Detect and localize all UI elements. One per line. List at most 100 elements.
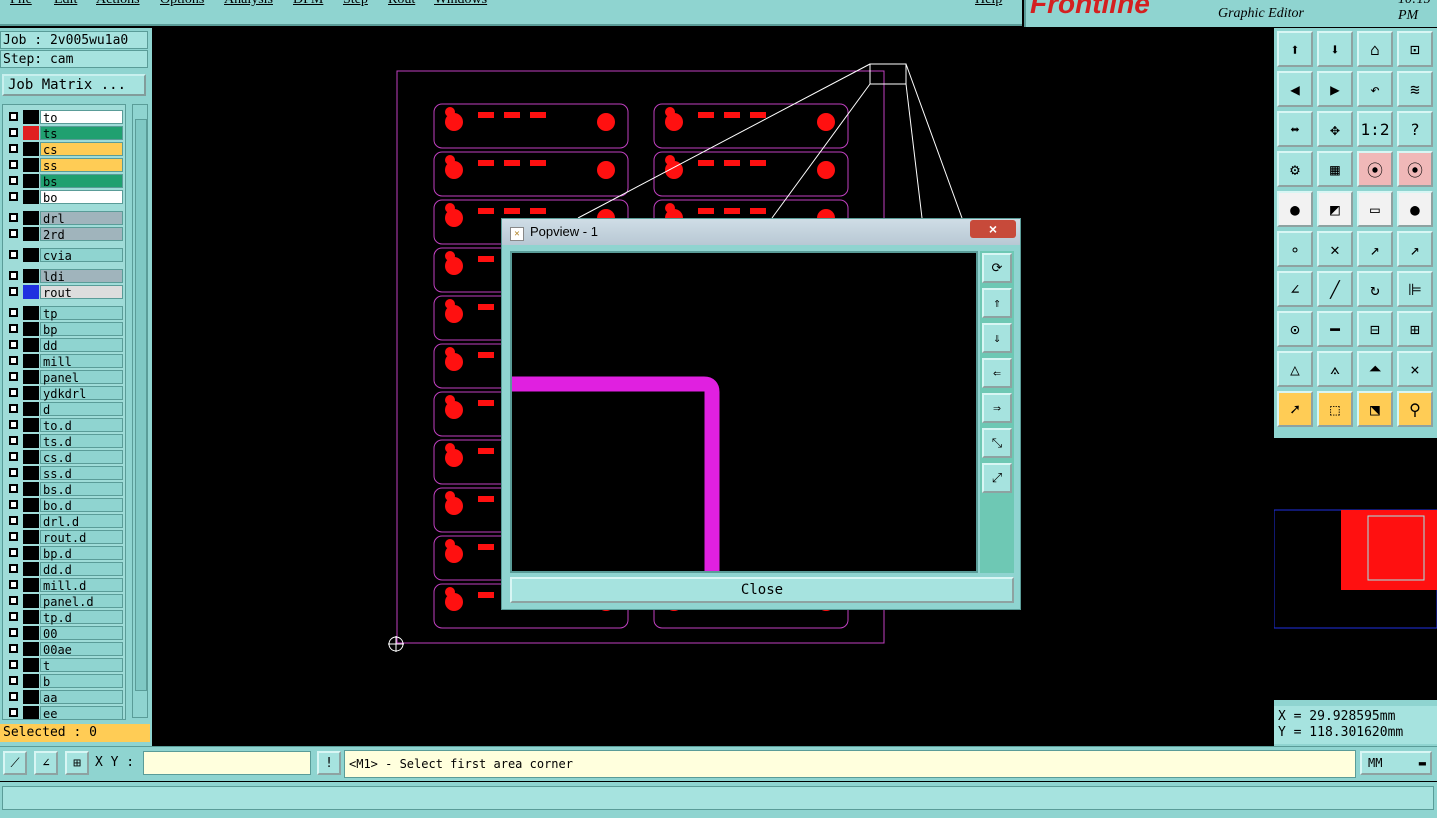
measure-icon[interactable]: ⊟ <box>1357 311 1393 347</box>
layer-row-ldi[interactable]: ldi <box>5 269 123 284</box>
layer-row-drl-d[interactable]: drl.d <box>5 514 123 529</box>
net-icon[interactable]: ∘ <box>1277 231 1313 267</box>
menu-options[interactable]: Options <box>160 0 204 8</box>
layer-row-cvia[interactable]: cvia <box>5 248 123 263</box>
layer-name[interactable]: bp <box>40 322 123 337</box>
layer-color-swatch[interactable] <box>23 227 39 241</box>
layer-checkbox[interactable] <box>9 596 18 605</box>
layer-row-b[interactable]: b <box>5 674 123 689</box>
popview-zoom-out-icon[interactable]: ⤡ <box>982 428 1012 458</box>
popview-right-icon[interactable]: ⇒ <box>982 393 1012 423</box>
layer-color-swatch[interactable] <box>23 110 39 124</box>
scrollbar-thumb[interactable] <box>135 119 147 691</box>
layer-color-swatch[interactable] <box>23 338 39 352</box>
layer-checkbox[interactable] <box>9 128 18 137</box>
layer-name[interactable]: panel.d <box>40 594 123 609</box>
layer-checkbox[interactable] <box>9 340 18 349</box>
snap-icon[interactable]: ⟋ <box>3 751 27 775</box>
layer-row-2rd[interactable]: 2rd <box>5 227 123 242</box>
layer-color-swatch[interactable] <box>23 546 39 560</box>
select-box-icon[interactable]: ⬚ <box>1317 391 1353 427</box>
layer-row-t[interactable]: t <box>5 658 123 673</box>
layer-name[interactable]: drl.d <box>40 514 123 529</box>
layer-checkbox[interactable] <box>9 692 18 701</box>
layer-color-swatch[interactable] <box>23 482 39 496</box>
pad-select-icon[interactable]: ● <box>1277 191 1313 227</box>
menu-file[interactable]: File <box>10 0 32 8</box>
layer-checkbox[interactable] <box>9 324 18 333</box>
layer-name[interactable]: ts.d <box>40 434 123 449</box>
layer-checkbox[interactable] <box>9 660 18 669</box>
snap-x-icon[interactable]: ✕ <box>1317 231 1353 267</box>
grid-icon[interactable]: ⊞ <box>65 751 89 775</box>
layer-checkbox[interactable] <box>9 644 18 653</box>
layer-name[interactable]: bp.d <box>40 546 123 561</box>
menu-rout[interactable]: Rout <box>388 0 415 8</box>
slant-icon[interactable]: ╱ <box>1317 271 1353 307</box>
layer-name[interactable]: dd <box>40 338 123 353</box>
layer-checkbox[interactable] <box>9 500 18 509</box>
signal-red2-icon[interactable]: ⦿ <box>1397 151 1433 187</box>
layer-name[interactable]: tp <box>40 306 123 321</box>
triangle-x-icon[interactable]: ⨯ <box>1397 351 1433 387</box>
layer-color-swatch[interactable] <box>23 190 39 204</box>
pad-add-icon[interactable]: ⊙ <box>1277 311 1313 347</box>
popview-zoom-in-icon[interactable]: ⤢ <box>982 463 1012 493</box>
circle-icon[interactable]: ● <box>1397 191 1433 227</box>
layer-row-cs[interactable]: cs <box>5 142 123 157</box>
layer-color-swatch[interactable] <box>23 402 39 416</box>
layer-row-to[interactable]: to <box>5 110 123 125</box>
layer-row-ts-d[interactable]: ts.d <box>5 434 123 449</box>
layer-name[interactable]: 2rd <box>40 227 123 242</box>
layer-name[interactable]: tp.d <box>40 610 123 625</box>
popview-close-button[interactable]: Close <box>510 577 1014 603</box>
route-icon[interactable]: ↗ <box>1357 231 1393 267</box>
layer-color-swatch[interactable] <box>23 626 39 640</box>
layer-color-swatch[interactable] <box>23 530 39 544</box>
layer-color-swatch[interactable] <box>23 306 39 320</box>
layer-name[interactable]: bo.d <box>40 498 123 513</box>
layer-checkbox[interactable] <box>9 676 18 685</box>
menu-dfm[interactable]: DFM <box>293 0 323 8</box>
select-arrow-icon[interactable]: ➚ <box>1277 391 1313 427</box>
layer-color-swatch[interactable] <box>23 466 39 480</box>
triangle-up-icon[interactable]: ⏶ <box>1357 351 1393 387</box>
layer-name[interactable]: to.d <box>40 418 123 433</box>
layer-scrollbar[interactable] <box>132 104 148 718</box>
popview-titlebar[interactable]: ✕ Popview - 1 × <box>502 219 1020 245</box>
layer-row-bp-d[interactable]: bp.d <box>5 546 123 561</box>
layer-name[interactable]: drl <box>40 211 123 226</box>
layer-row-bo-d[interactable]: bo.d <box>5 498 123 513</box>
layer-row-bs[interactable]: bs <box>5 174 123 189</box>
menu-edit[interactable]: Edit <box>54 0 77 8</box>
layer-color-swatch[interactable] <box>23 386 39 400</box>
layer-row-to-d[interactable]: to.d <box>5 418 123 433</box>
units-select[interactable]: MM ▬ <box>1360 751 1432 775</box>
layer-color-swatch[interactable] <box>23 594 39 608</box>
layer-color-swatch[interactable] <box>23 142 39 156</box>
layer-name[interactable]: ts <box>40 126 123 141</box>
layer-checkbox[interactable] <box>9 287 18 296</box>
layer-row-ee[interactable]: ee <box>5 706 123 719</box>
layer-color-swatch[interactable] <box>23 322 39 336</box>
layer-color-swatch[interactable] <box>23 211 39 225</box>
layer-checkbox[interactable] <box>9 271 18 280</box>
layer-name[interactable]: 00 <box>40 626 123 641</box>
signal-red-icon[interactable]: ⦿ <box>1357 151 1393 187</box>
popview-canvas[interactable] <box>510 251 978 573</box>
window-close-icon[interactable]: × <box>970 220 1016 238</box>
layer-checkbox[interactable] <box>9 628 18 637</box>
layer-color-swatch[interactable] <box>23 610 39 624</box>
layer-row-tp-d[interactable]: tp.d <box>5 610 123 625</box>
layer-checkbox[interactable] <box>9 372 18 381</box>
select-rotate-icon[interactable]: ⬔ <box>1357 391 1393 427</box>
measure-icon[interactable]: ∠ <box>34 751 58 775</box>
layer-row-ss[interactable]: ss <box>5 158 123 173</box>
triangle-icon[interactable]: △ <box>1277 351 1313 387</box>
layer-color-swatch[interactable] <box>23 248 39 262</box>
layer-name[interactable]: ldi <box>40 269 123 284</box>
ruler-icon[interactable]: ▭ <box>1357 191 1393 227</box>
line-select-icon[interactable]: ◩ <box>1317 191 1353 227</box>
layer-checkbox[interactable] <box>9 404 18 413</box>
help-icon[interactable]: ? <box>1397 111 1433 147</box>
